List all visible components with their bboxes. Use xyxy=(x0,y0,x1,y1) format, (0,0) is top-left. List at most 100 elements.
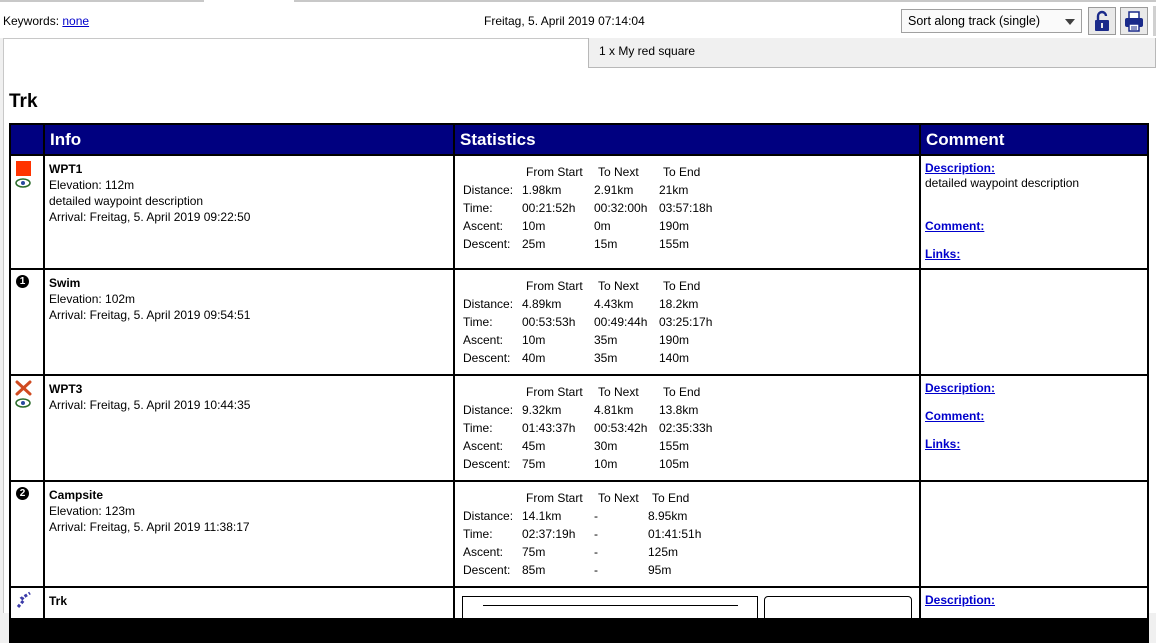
toolbar: Keywords: none Freitag, 5. April 2019 07… xyxy=(0,2,1156,38)
descent-label: Descent: xyxy=(463,351,511,365)
description-link[interactable]: Description: xyxy=(925,593,1143,607)
keywords: Keywords: none xyxy=(3,14,89,28)
ascent-to-end: 155m xyxy=(659,439,690,453)
unlock-icon xyxy=(1095,10,1109,31)
visible-eye-icon xyxy=(15,178,31,188)
distance-to-next: 4.81km xyxy=(594,403,634,417)
track-info: Trk xyxy=(49,593,67,609)
header-info: Info xyxy=(45,125,453,154)
distance-to-next: - xyxy=(594,509,598,523)
description-text: detailed waypoint description xyxy=(925,176,1080,190)
description-link[interactable]: Description: xyxy=(925,381,1143,395)
header-statistics: Statistics xyxy=(455,125,919,154)
waypoint-elevation: Elevation: 123m xyxy=(49,504,136,518)
ascent-to-next: 0m xyxy=(594,219,611,233)
descent-to-end: 140m xyxy=(659,351,690,365)
table-row-stats-cell xyxy=(455,588,919,626)
print-button[interactable] xyxy=(1120,7,1148,35)
descent-from-start: 40m xyxy=(522,351,546,365)
track-comment: Description: xyxy=(925,593,1143,607)
descent-label: Descent: xyxy=(463,237,511,251)
to-end-label: To End xyxy=(663,165,701,179)
keywords-link[interactable]: none xyxy=(62,14,89,28)
profile-grid xyxy=(483,605,738,626)
keywords-label: Keywords: xyxy=(3,14,60,28)
ascent-from-start: 75m xyxy=(522,545,546,559)
waypoint-arrival: Arrival: Freitag, 5. April 2019 11:38:17 xyxy=(49,520,250,534)
from-start-label: From Start xyxy=(526,165,583,179)
descent-from-start: 75m xyxy=(522,457,546,471)
ascent-to-end: 190m xyxy=(659,333,690,347)
from-start-label: From Start xyxy=(526,491,583,505)
ascent-label: Ascent: xyxy=(463,219,504,233)
time-from-start: 00:21:52h xyxy=(522,201,576,215)
descent-to-end: 155m xyxy=(659,237,690,251)
ascent-to-next: 30m xyxy=(594,439,618,453)
header-comment: Comment xyxy=(921,125,1147,154)
distance-to-end: 21km xyxy=(659,183,689,197)
waypoint-info: Swim Elevation: 102m Arrival: Freitag, 5… xyxy=(49,275,250,323)
to-next-label: To Next xyxy=(598,165,639,179)
distance-label: Distance: xyxy=(463,509,514,523)
waypoint-arrival: Arrival: Freitag, 5. April 2019 10:44:35 xyxy=(49,398,251,412)
ascent-to-next: - xyxy=(594,545,598,559)
visible-eye-icon xyxy=(15,398,31,408)
description-link[interactable]: Description: xyxy=(925,161,1143,175)
waypoint-comment: Description: Comment: Links: xyxy=(925,381,1143,451)
waypoint-elevation: Elevation: 112m xyxy=(49,178,135,192)
ascent-label: Ascent: xyxy=(463,545,504,559)
comment-link[interactable]: Comment: xyxy=(925,219,1143,233)
time-label: Time: xyxy=(463,527,493,541)
number-1-icon: 1 xyxy=(16,275,29,288)
table-row-icon-cell: 2 xyxy=(11,482,43,586)
waypoint-stats: From Start To Next To End Distance: 14.1km -… xyxy=(463,489,903,579)
waypoint-info: WPT3 Arrival: Freitag, 5. April 2019 10:… xyxy=(49,381,250,413)
comment-link[interactable]: Comment: xyxy=(925,409,1143,423)
from-start-label: From Start xyxy=(526,385,583,399)
links-link[interactable]: Links: xyxy=(925,437,1143,451)
waypoint-arrival: Arrival: Freitag, 5. April 2019 09:54:51 xyxy=(49,308,251,322)
time-label: Time: xyxy=(463,315,493,329)
distance-from-start: 14.1km xyxy=(522,509,562,523)
waypoint-stats: From Start To Next To End Distance: 9.32km 4… xyxy=(463,383,903,473)
distance-from-start: 4.89km xyxy=(522,297,562,311)
waypoint-arrival: Arrival: Freitag, 5. April 2019 09:22:50 xyxy=(49,210,251,224)
waypoint-comment: Description: detailed waypoint descripti… xyxy=(925,161,1143,261)
links-link[interactable]: Links: xyxy=(925,247,1143,261)
ascent-from-start: 10m xyxy=(522,219,546,233)
number-2-icon: 2 xyxy=(16,487,29,500)
sort-select-value: Sort along track (single) xyxy=(908,14,1041,28)
to-next-label: To Next xyxy=(598,279,639,293)
distance-to-next: 4.43km xyxy=(594,297,634,311)
table-row-icon-cell xyxy=(11,156,43,268)
waypoint-info: Campsite Elevation: 123m Arrival: Freita… xyxy=(49,487,250,535)
descent-from-start: 85m xyxy=(522,563,546,577)
table-row-info-cell xyxy=(45,588,453,618)
table-row-icon-cell xyxy=(11,588,43,618)
lock-button[interactable] xyxy=(1088,7,1116,35)
page-title: Trk xyxy=(9,91,38,112)
descent-label: Descent: xyxy=(463,457,511,471)
time-from-start: 02:37:19h xyxy=(522,527,576,541)
table-row-icon-cell: 1 xyxy=(11,270,43,374)
from-start-label: From Start xyxy=(526,279,583,293)
waypoint-description: detailed waypoint description xyxy=(49,194,204,208)
crossed-tools-icon xyxy=(15,380,32,396)
distance-from-start: 9.32km xyxy=(522,403,562,417)
to-next-label: To Next xyxy=(598,491,639,505)
ascent-to-next: 35m xyxy=(594,333,618,347)
header-icon-column xyxy=(11,125,43,154)
descent-from-start: 25m xyxy=(522,237,546,251)
time-label: Time: xyxy=(463,421,493,435)
descent-to-next: 15m xyxy=(594,237,618,251)
printer-icon xyxy=(1125,11,1143,32)
time-to-end: 03:57:18h xyxy=(659,201,713,215)
sort-select[interactable]: Sort along track (single) xyxy=(901,9,1082,33)
descent-label: Descent: xyxy=(463,563,511,577)
descent-to-next: 35m xyxy=(594,351,618,365)
ascent-label: Ascent: xyxy=(463,333,504,347)
waypoint-info: WPT1 Elevation: 112m detailed waypoint d… xyxy=(49,161,250,225)
chevron-down-icon xyxy=(1065,19,1075,25)
track-icon xyxy=(16,591,31,608)
waypoint-stats: From Start To Next To End Distance: 4.89km 4… xyxy=(463,277,903,367)
